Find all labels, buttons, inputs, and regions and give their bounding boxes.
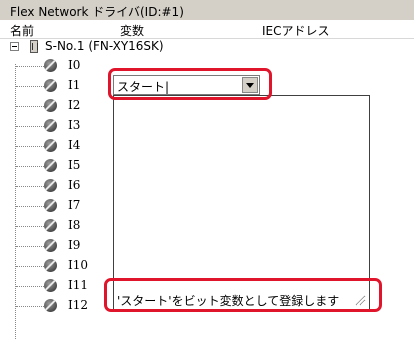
bit-io-icon bbox=[44, 159, 57, 172]
io-item-label: I9 bbox=[68, 238, 81, 252]
io-item[interactable]: I8 bbox=[0, 216, 110, 236]
bit-io-icon bbox=[44, 99, 57, 112]
io-item[interactable]: I12 bbox=[0, 296, 110, 316]
column-header-iec-address[interactable]: IECアドレス bbox=[262, 22, 330, 39]
io-item[interactable]: I3 bbox=[0, 116, 110, 136]
io-item-label: I4 bbox=[68, 138, 81, 152]
tree-branch-line bbox=[16, 226, 46, 227]
tree-branch-line bbox=[16, 146, 46, 147]
bit-io-icon bbox=[44, 179, 57, 192]
bit-io-icon bbox=[44, 79, 57, 92]
tree-branch-line bbox=[16, 66, 46, 67]
tree-branch-line bbox=[16, 126, 46, 127]
highlight-combo-callout bbox=[108, 68, 272, 100]
panel-title: Flex Network ドライバ(ID:#1) bbox=[10, 5, 184, 19]
bit-io-icon bbox=[44, 299, 57, 312]
io-item-label: I8 bbox=[68, 218, 81, 232]
device-module-icon bbox=[30, 40, 38, 53]
tree-branch-line bbox=[16, 106, 46, 107]
bit-io-icon bbox=[44, 119, 57, 132]
io-item-label: I7 bbox=[68, 198, 81, 212]
tree-branch-line bbox=[16, 306, 46, 307]
io-item[interactable]: I10 bbox=[0, 256, 110, 276]
panel-titlebar: Flex Network ドライバ(ID:#1) bbox=[0, 0, 414, 21]
io-item-label: I12 bbox=[68, 298, 89, 312]
tree-branch-line bbox=[16, 266, 46, 267]
io-item-label: I3 bbox=[68, 118, 81, 132]
bit-io-icon bbox=[44, 219, 57, 232]
io-item-label: I5 bbox=[68, 158, 81, 172]
tree-branch-line bbox=[16, 246, 46, 247]
tree-branch-line bbox=[16, 206, 46, 207]
io-item[interactable]: I1 bbox=[0, 76, 110, 96]
io-item-label: I2 bbox=[68, 98, 81, 112]
io-item-label: I11 bbox=[68, 278, 89, 292]
io-item[interactable]: I6 bbox=[0, 176, 110, 196]
tree-branch-line bbox=[16, 286, 46, 287]
tree-branch-line bbox=[16, 86, 46, 87]
io-item[interactable]: I0 bbox=[0, 56, 110, 76]
column-header-variable[interactable]: 変数 bbox=[120, 22, 144, 39]
io-item-label: I1 bbox=[68, 78, 81, 92]
io-item[interactable]: I9 bbox=[0, 236, 110, 256]
column-header-row: 名前 変数 IECアドレス bbox=[0, 20, 414, 39]
bit-io-icon bbox=[44, 239, 57, 252]
collapse-icon[interactable] bbox=[10, 42, 19, 51]
device-row[interactable]: S-No.1 (FN-XY16SK) bbox=[0, 38, 414, 56]
bit-io-icon bbox=[44, 199, 57, 212]
bit-io-icon bbox=[44, 59, 57, 72]
io-item[interactable]: I2 bbox=[0, 96, 110, 116]
column-header-name[interactable]: 名前 bbox=[10, 22, 34, 39]
io-item[interactable]: I11 bbox=[0, 276, 110, 296]
bit-io-icon bbox=[44, 279, 57, 292]
bit-io-icon bbox=[44, 139, 57, 152]
io-item[interactable]: I7 bbox=[0, 196, 110, 216]
tree-branch-line bbox=[16, 166, 46, 167]
io-item-label: I0 bbox=[68, 58, 81, 72]
io-item-label: I10 bbox=[68, 258, 89, 272]
tree-branch-line bbox=[16, 186, 46, 187]
io-item[interactable]: I5 bbox=[0, 156, 110, 176]
device-label[interactable]: S-No.1 (FN-XY16SK) bbox=[45, 39, 164, 53]
highlight-hint-callout bbox=[104, 278, 382, 312]
io-item[interactable]: I4 bbox=[0, 136, 110, 156]
io-item-label: I6 bbox=[68, 178, 81, 192]
bit-io-icon bbox=[44, 259, 57, 272]
